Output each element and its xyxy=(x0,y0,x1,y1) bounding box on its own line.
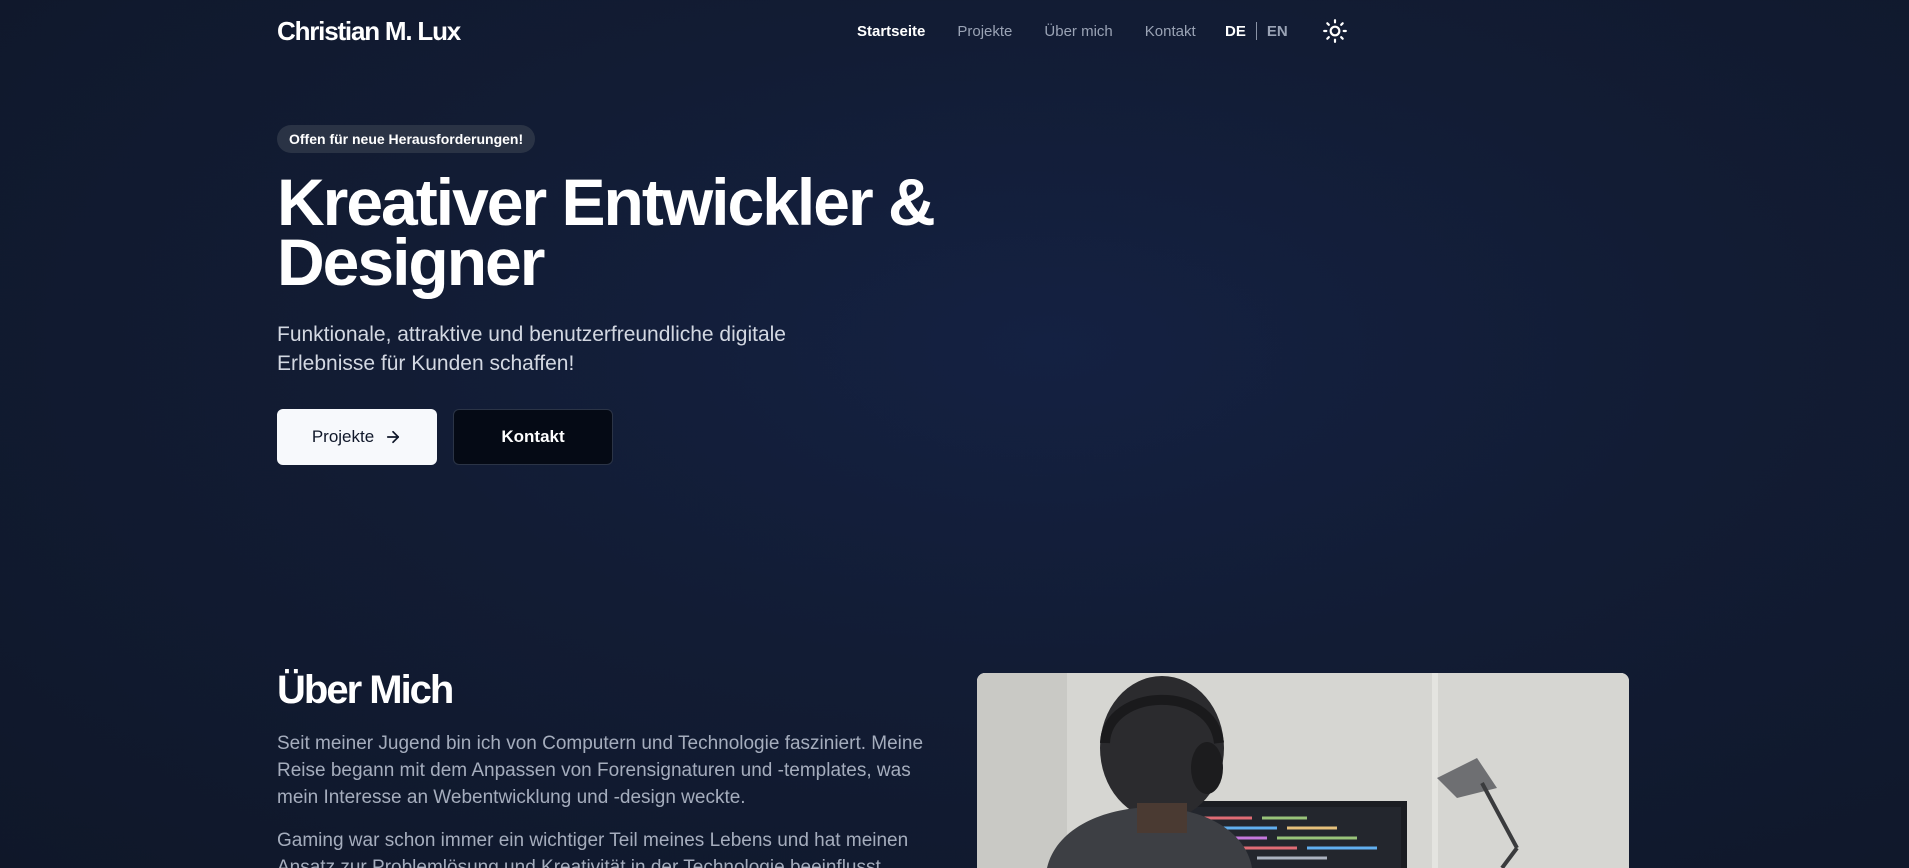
nav-link-startseite[interactable]: Startseite xyxy=(857,23,925,40)
about-paragraph-1: Seit meiner Jugend bin ich von Computern… xyxy=(277,733,924,808)
nav-link-kontakt[interactable]: Kontakt xyxy=(1145,23,1196,40)
lang-de[interactable]: DE xyxy=(1225,23,1246,40)
availability-badge: Offen für neue Herausforderungen! xyxy=(277,125,536,153)
hero-subtitle-line2: Erlebnisse für Kunden schaffen! xyxy=(277,352,575,375)
about-title: Über Mich xyxy=(277,668,454,712)
contact-button-label: Kontakt xyxy=(501,427,565,446)
about-text: Seit meiner Jugend bin ich von Computern… xyxy=(277,730,937,868)
about-photo xyxy=(977,673,1629,868)
hero-subtitle: Funktionale, attraktive und benutzerfreu… xyxy=(277,320,877,378)
nav-link-projekte[interactable]: Projekte xyxy=(957,23,1012,40)
nav-link-ueber-mich[interactable]: Über mich xyxy=(1044,23,1112,40)
developer-photo-illustration xyxy=(977,673,1629,868)
site-logo[interactable]: Christian M. Lux xyxy=(277,16,461,47)
contact-button[interactable]: Kontakt xyxy=(453,409,613,465)
about-paragraph-2: Gaming war schon immer ein wichtiger Tei… xyxy=(277,830,909,868)
language-switcher: DE EN xyxy=(1225,0,1288,62)
arrow-right-icon xyxy=(384,428,402,446)
hero-subtitle-line1: Funktionale, attraktive und benutzerfreu… xyxy=(277,323,786,346)
main-nav: Startseite Projekte Über mich Kontakt xyxy=(857,0,1228,62)
projects-button-label: Projekte xyxy=(311,427,375,446)
sun-icon xyxy=(1323,19,1347,43)
hero-title: Kreativer Entwickler & Designer xyxy=(277,169,977,295)
lang-divider xyxy=(1255,22,1257,40)
lang-en[interactable]: EN xyxy=(1267,23,1288,40)
hero-title-line2: Designer xyxy=(277,225,545,299)
projects-button[interactable]: Projekte xyxy=(277,409,437,465)
theme-toggle-button[interactable] xyxy=(1322,18,1348,44)
